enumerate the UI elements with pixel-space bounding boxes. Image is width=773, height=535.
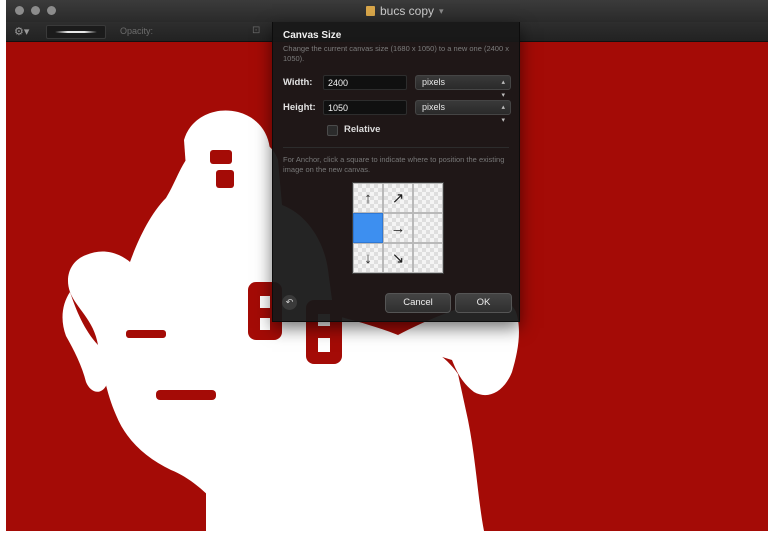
canvas-size-dialog: Canvas Size Change the current canvas si… [272, 22, 520, 322]
width-label: Width: [283, 77, 313, 88]
anchor-cell-bottom-left[interactable]: ↓ [353, 243, 383, 273]
divider [283, 147, 509, 148]
anchor-cell-top-center[interactable]: ↗ [383, 183, 413, 213]
gear-icon[interactable]: ⚙▾ [14, 25, 29, 38]
anchor-cell-top-right[interactable] [413, 183, 443, 213]
relative-checkbox[interactable] [327, 125, 338, 136]
anchor-cell-bottom-center[interactable]: ↘ [383, 243, 413, 273]
anchor-cell-top-left[interactable]: ↑ [353, 183, 383, 213]
zoom-window-button[interactable] [47, 6, 56, 15]
dialog-description: Change the current canvas size (1680 x 1… [283, 44, 509, 63]
chevron-down-icon: ▾ [439, 5, 444, 16]
anchor-cell-middle-left[interactable] [353, 213, 383, 243]
brush-preview[interactable] [46, 25, 106, 39]
height-label: Height: [283, 102, 316, 113]
stepper-arrows-icon: ▴ ▾ [501, 104, 505, 124]
anchor-grid: ↑ ↗ → ↓ ↘ [352, 182, 444, 274]
cancel-button[interactable]: Cancel [385, 293, 451, 313]
window-title[interactable]: bucs copy ▾ [366, 4, 444, 18]
height-field[interactable]: 1050 [323, 100, 407, 115]
minimize-window-button[interactable] [31, 6, 40, 15]
anchor-cell-bottom-right[interactable] [413, 243, 443, 273]
anchor-help-text: For Anchor, click a square to indicate w… [283, 155, 505, 174]
ok-button[interactable]: OK [455, 293, 512, 313]
app-window: bucs copy ▾ ⚙▾ Opacity: ⊡ Canvas Size Ch… [6, 0, 768, 531]
height-unit-value: pixels [422, 102, 446, 112]
document-icon [366, 6, 375, 16]
width-unit-value: pixels [422, 77, 446, 87]
reset-icon[interactable]: ↶ [282, 295, 297, 310]
title-bar: bucs copy ▾ [6, 0, 768, 23]
close-window-button[interactable] [15, 6, 24, 15]
window-title-text: bucs copy [380, 4, 435, 18]
anchor-cell-middle-right[interactable] [413, 213, 443, 243]
height-unit-select[interactable]: pixels ▴ ▾ [415, 100, 511, 124]
width-field[interactable]: 2400 [323, 75, 407, 90]
relative-label[interactable]: Relative [344, 124, 380, 135]
opacity-label: Opacity: [120, 26, 154, 36]
anchor-cell-middle-center[interactable]: → [383, 213, 413, 243]
stepper-arrows-icon: ▴ ▾ [501, 79, 505, 99]
width-unit-select[interactable]: pixels ▴ ▾ [415, 75, 511, 99]
lock-icon[interactable]: ⊡ [252, 25, 260, 36]
dialog-title: Canvas Size [283, 30, 342, 41]
